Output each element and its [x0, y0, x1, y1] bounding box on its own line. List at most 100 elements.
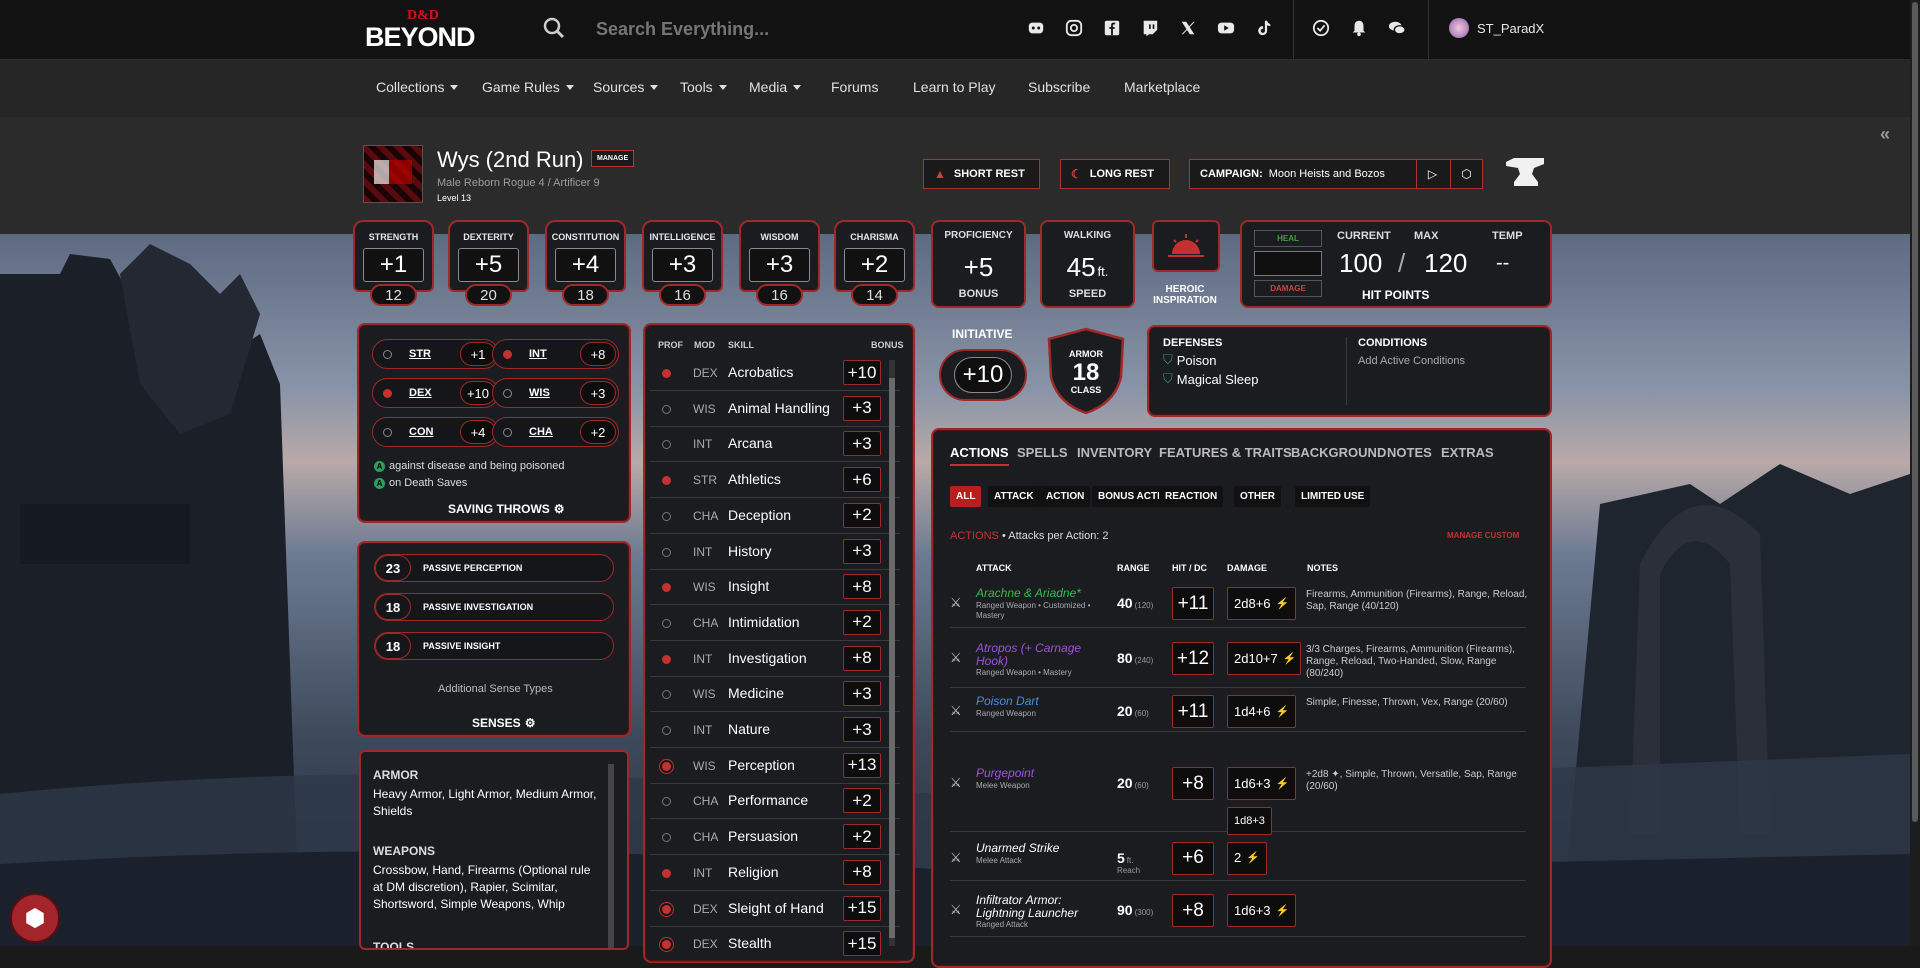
dice-roll-icon[interactable] [1311, 18, 1331, 38]
tab-inventory[interactable]: INVENTORY [1077, 445, 1152, 460]
attack-row[interactable]: ⚔ Poison Dart Ranged Weapon 20 (60) +11 1d4+6 ⚡… [950, 692, 1526, 732]
facebook-icon[interactable] [1102, 18, 1122, 38]
to-hit-button[interactable]: +8 [1172, 894, 1214, 927]
long-rest-button[interactable]: ☾ LONG REST [1060, 159, 1170, 189]
play-icon[interactable]: ▷ [1416, 160, 1448, 188]
attack-row[interactable]: ⚔ Unarmed Strike Melee Attack 5 ft. Reach +6 2 ⚡ [950, 836, 1526, 881]
skill-bonus[interactable]: +15 [843, 895, 881, 921]
nav-collections[interactable]: Collections [376, 79, 459, 95]
page-scrollbar[interactable] [1910, 0, 1920, 946]
damage-button[interactable]: 1d4+6 ⚡ [1227, 695, 1297, 728]
cube-icon[interactable]: ⬡ [1450, 160, 1482, 188]
discord-icon[interactable] [1026, 18, 1046, 38]
nav-media[interactable]: Media [749, 79, 802, 95]
to-hit-button[interactable]: +11 [1172, 587, 1214, 620]
skill-row-athletics[interactable]: STR Athletics +6 [650, 463, 900, 499]
save-bonus[interactable]: +10 [460, 381, 496, 405]
skill-row-investigation[interactable]: INT Investigation +8 [650, 642, 900, 677]
damage-button[interactable]: 1d6+3 ⚡ [1227, 894, 1297, 927]
attack-row[interactable]: ⚔ Atropos (+ Carnage Hook) Ranged Weapon •… [950, 630, 1526, 688]
scrollbar-thumb[interactable] [1912, 2, 1918, 822]
filter-action[interactable]: ACTION [1040, 486, 1091, 507]
skill-bonus[interactable]: +15 [843, 931, 881, 957]
attack-row[interactable]: ⚔ Purgepoint Melee Weapon 20 (60) +8 1d6+3 ⚡ 1d8… [950, 736, 1526, 835]
save-wis[interactable]: WIS +3 [492, 378, 619, 408]
skill-bonus[interactable]: +8 [843, 859, 881, 885]
tab-spells[interactable]: SPELLS [1017, 445, 1068, 460]
skill-row-arcana[interactable]: INT Arcana +3 [650, 427, 900, 463]
skill-row-performance[interactable]: CHA Performance +2 [650, 784, 900, 820]
hp-change-input[interactable] [1254, 251, 1322, 276]
tab-background[interactable]: BACKGROUND [1291, 445, 1386, 460]
save-bonus[interactable]: +3 [580, 381, 616, 405]
to-hit-button[interactable]: +8 [1172, 767, 1214, 800]
save-con[interactable]: CON +4 [372, 417, 499, 447]
ability-modifier[interactable]: +3 [749, 248, 810, 282]
anvil-icon[interactable] [1504, 152, 1546, 192]
manage-button[interactable]: MANAGE [591, 150, 635, 167]
initiative-value[interactable]: +10 [954, 357, 1012, 393]
nav-game-rules[interactable]: Game Rules [482, 79, 574, 95]
save-bonus[interactable]: +2 [580, 420, 616, 444]
skill-row-nature[interactable]: INT Nature +3 [650, 713, 900, 748]
attack-name[interactable]: Poison Dart [976, 695, 1101, 708]
save-dex[interactable]: DEX +10 [372, 378, 499, 408]
ability-modifier[interactable]: +4 [555, 248, 616, 282]
skill-bonus[interactable]: +3 [843, 538, 881, 564]
twitch-icon[interactable] [1140, 18, 1160, 38]
tab-actions[interactable]: ACTIONS [950, 445, 1009, 466]
heroic-inspiration[interactable]: HEROIC INSPIRATION [1150, 220, 1220, 308]
attack-name[interactable]: Atropos (+ Carnage Hook) [976, 642, 1101, 668]
attack-name[interactable]: Infiltrator Armor: Lightning Launcher [976, 894, 1101, 920]
damage-button[interactable]: 1d6+3 ⚡ [1227, 767, 1297, 800]
attack-row[interactable]: ⚔ Arachne & Ariadne* Ranged Weapon • Custo… [950, 580, 1527, 628]
skill-bonus[interactable]: +8 [843, 645, 881, 671]
save-int[interactable]: INT +8 [492, 339, 619, 369]
to-hit-button[interactable]: +11 [1172, 695, 1214, 728]
instagram-icon[interactable] [1064, 18, 1084, 38]
skill-bonus[interactable]: +13 [843, 752, 881, 778]
damage-button[interactable]: 2d10+7 ⚡ [1227, 642, 1301, 675]
ability-modifier[interactable]: +2 [844, 248, 905, 282]
chat-icon[interactable] [1387, 18, 1407, 38]
ability-strength[interactable]: STRENGTH +1 12 [353, 220, 434, 308]
attack-name[interactable]: Arachne & Ariadne* [976, 587, 1101, 600]
save-bonus[interactable]: +8 [580, 342, 616, 366]
skill-row-stealth[interactable]: DEX Stealth +15 [650, 927, 900, 963]
save-str[interactable]: STR +1 [372, 339, 499, 369]
skill-row-insight[interactable]: WIS Insight +8 [650, 570, 900, 606]
ability-modifier[interactable]: +3 [652, 248, 713, 282]
heal-button[interactable]: HEAL [1254, 230, 1322, 247]
save-bonus[interactable]: +1 [460, 342, 496, 366]
to-hit-button[interactable]: +12 [1172, 642, 1214, 675]
walking-speed[interactable]: WALKING 45 ft. SPEED [1040, 220, 1135, 308]
filter-limited-use[interactable]: LIMITED USE [1295, 486, 1371, 507]
skill-bonus[interactable]: +2 [843, 788, 881, 814]
saving-throws-title[interactable]: SAVING THROWS ⚙ [448, 502, 565, 516]
hp-current-value[interactable]: 100 [1339, 248, 1382, 279]
dice-roller-button[interactable]: ⬢ [10, 893, 60, 943]
skill-bonus[interactable]: +2 [843, 609, 881, 635]
skill-bonus[interactable]: +3 [843, 717, 881, 742]
skill-row-medicine[interactable]: WIS Medicine +3 [650, 677, 900, 713]
filter-reaction[interactable]: REACTION [1159, 486, 1224, 507]
ability-modifier[interactable]: +1 [363, 248, 424, 282]
x-icon[interactable] [1178, 18, 1198, 38]
skills-scrollbar[interactable] [889, 360, 895, 946]
ability-dexterity[interactable]: DEXTERITY +5 20 [448, 220, 529, 308]
skill-row-intimidation[interactable]: CHA Intimidation +2 [650, 606, 900, 641]
search-input[interactable] [596, 15, 976, 43]
filter-all[interactable]: ALL [950, 486, 982, 507]
armor-class-shield[interactable]: ARMOR 18 CLASS [1045, 327, 1127, 415]
notification-bell-icon[interactable] [1349, 18, 1369, 38]
dnd-beyond-logo[interactable]: D&D BEYOND [365, 8, 495, 52]
tiktok-icon[interactable] [1254, 18, 1274, 38]
skill-row-religion[interactable]: INT Religion +8 [650, 856, 900, 891]
character-portrait[interactable] [363, 145, 423, 203]
senses-title[interactable]: SENSES ⚙ [472, 716, 535, 730]
hp-temp-value[interactable]: -- [1496, 252, 1509, 275]
short-rest-button[interactable]: ▲ SHORT REST [923, 159, 1040, 189]
to-hit-button[interactable]: +6 [1172, 841, 1214, 875]
ability-constitution[interactable]: CONSTITUTION +4 18 [545, 220, 626, 308]
nav-learn-to-play[interactable]: Learn to Play [913, 79, 996, 95]
